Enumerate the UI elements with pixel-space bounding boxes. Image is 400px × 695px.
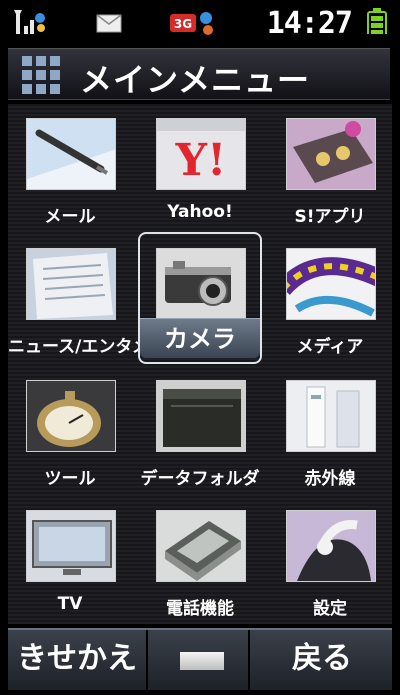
menu-grid-icon xyxy=(22,56,60,94)
menu-item-tv[interactable]: TV xyxy=(8,496,132,624)
status-bar: 3G 14:27 xyxy=(0,0,400,44)
settings-icon xyxy=(286,510,376,582)
menu-label: ニュース/エンタメ xyxy=(8,337,149,357)
menu-item-media[interactable]: メディア xyxy=(268,234,392,362)
menu-item-tools[interactable]: ツール xyxy=(8,366,132,494)
mail-pen-icon xyxy=(26,118,116,190)
menu-item-mail[interactable]: メール xyxy=(8,104,132,232)
title-bar: メインメニュー xyxy=(8,48,390,100)
softkey-left-button[interactable]: きせかえ xyxy=(8,630,148,690)
menu-label: S!アプリ xyxy=(294,207,366,227)
menu-label: 赤外線 xyxy=(304,469,356,489)
3g-icon: 3G xyxy=(170,12,213,35)
menu-label: メール xyxy=(44,207,96,227)
app-icon xyxy=(286,118,376,190)
softkey-back-button[interactable]: 戻る xyxy=(252,630,392,690)
media-icon xyxy=(286,248,376,320)
page-title: メインメニュー xyxy=(80,61,311,99)
menu-label: ツール xyxy=(44,469,96,489)
menu-item-settings[interactable]: 設定 xyxy=(268,496,392,624)
news-icon xyxy=(26,248,116,320)
menu-item-s-appli[interactable]: S!アプリ xyxy=(268,104,392,232)
infrared-icon xyxy=(286,380,376,452)
network-badge: 3G xyxy=(174,17,192,31)
battery-icon xyxy=(367,8,387,34)
phone-icon xyxy=(156,510,246,582)
signal-icon xyxy=(14,10,45,34)
menu-item-infrared[interactable]: 赤外線 xyxy=(268,366,392,494)
selected-item-label[interactable]: カメラ xyxy=(140,318,260,358)
yahoo-icon: Y! xyxy=(156,118,246,190)
svg-text:Y!: Y! xyxy=(175,135,227,186)
menu-label: データフォルダ xyxy=(140,469,260,489)
menu-label: メディア xyxy=(296,337,364,357)
menu-label: 設定 xyxy=(313,599,347,619)
folder-icon xyxy=(156,380,246,452)
menu-item-data-folder[interactable]: データフォルダ xyxy=(138,366,262,494)
stopwatch-icon xyxy=(26,380,116,452)
softkey-center-button[interactable] xyxy=(150,630,250,690)
menu-item-phone[interactable]: 電話機能 xyxy=(138,496,262,624)
main-menu-grid: メール Y! Yahoo! S!アプリ ニュース/エンタメ メディア ツール デ… xyxy=(8,104,392,624)
menu-label: 電話機能 xyxy=(166,599,234,619)
clock: 14:27 xyxy=(266,6,353,41)
menu-label: TV xyxy=(57,594,83,614)
menu-item-yahoo[interactable]: Y! Yahoo! xyxy=(138,104,262,232)
menu-label: Yahoo! xyxy=(167,202,233,222)
tv-icon xyxy=(26,510,116,582)
softkey-bar: きせかえ 戻る xyxy=(8,628,392,690)
center-key-icon xyxy=(180,652,224,670)
menu-item-news[interactable]: ニュース/エンタメ xyxy=(8,234,149,362)
mail-icon xyxy=(96,14,122,33)
